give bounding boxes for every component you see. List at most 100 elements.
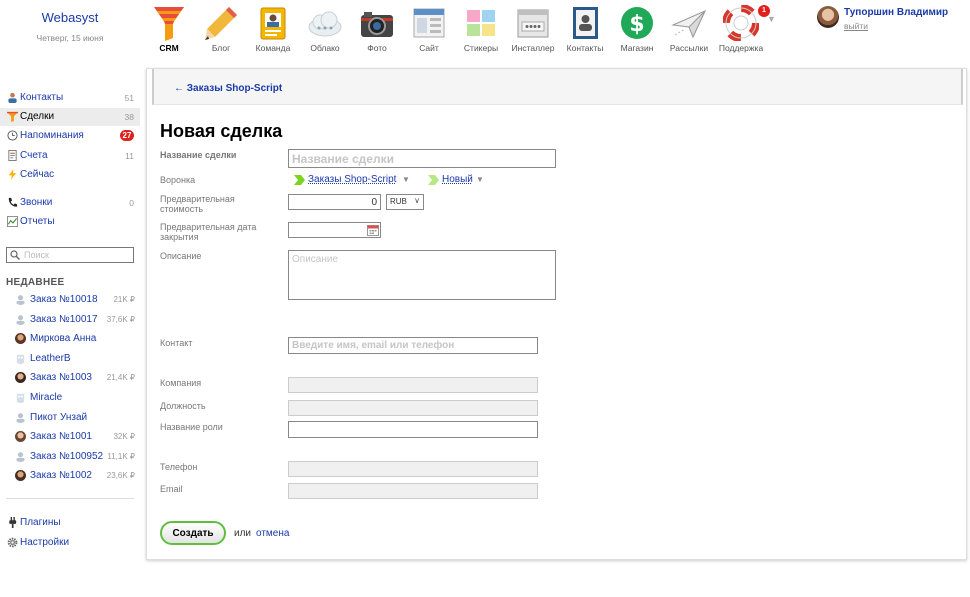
app-photo[interactable]: Фото (351, 3, 403, 55)
sidebar-label-reminders: Напоминания (20, 130, 84, 141)
recent-item-label: Miracle (30, 392, 63, 403)
recent-item[interactable]: Заказ №1003 21,4K ₽ (0, 369, 140, 387)
phone-label: Телефон (160, 462, 198, 472)
recent-item[interactable]: Miracle (0, 389, 140, 407)
logout-link[interactable]: выйти (844, 21, 868, 31)
deals-funnel-icon (7, 111, 18, 122)
apps-more-chevron-icon[interactable]: ▼ (767, 14, 776, 24)
recent-item[interactable]: Заказ №10018 21K ₽ (0, 291, 140, 309)
app-crm[interactable]: CRM (143, 3, 195, 55)
camera-icon (361, 12, 393, 37)
recent-item-label: Заказ №1002 (30, 470, 92, 481)
recent-item[interactable]: Пикот Унзай (0, 409, 140, 427)
user-silhouette-icon (16, 315, 25, 325)
app-support[interactable]: 1 Поддержка (715, 3, 770, 55)
recent-item-sum: 32K ₽ (113, 432, 135, 441)
main-panel: ← Заказы Shop-Script Новая сделка Назван… (146, 68, 967, 560)
app-contacts[interactable]: Контакты (559, 3, 611, 55)
amount-input[interactable] (288, 194, 381, 210)
app-team[interactable]: Команда (247, 3, 299, 55)
recent-item-label: Заказ №100952 (30, 451, 104, 462)
email-input (288, 483, 538, 499)
reminder-clock-icon (7, 130, 18, 141)
amount-label: Предварительная стоимость (160, 194, 235, 214)
search-input[interactable] (24, 249, 129, 261)
user-photo-icon (15, 372, 26, 383)
sidebar-label-reports: Отчеты (20, 216, 55, 227)
brand-block: Webasyst Четверг, 15 июня (0, 10, 140, 43)
currency-select[interactable]: RUB ∨ (386, 194, 424, 210)
main-topbar: ← Заказы Shop-Script (152, 69, 963, 105)
recent-item[interactable]: Заказ №1001 32K ₽ (0, 428, 140, 446)
sidebar-item-deals[interactable]: Сделки 38 (0, 108, 140, 126)
app-cloud[interactable]: Облако (299, 3, 351, 55)
cancel-link[interactable]: отмена (256, 528, 289, 539)
brand-name[interactable]: Webasyst (0, 10, 140, 25)
stickers-icon (467, 10, 495, 36)
currency-value: RUB (390, 197, 407, 206)
company-icon (16, 393, 25, 403)
crm-funnel-icon (154, 7, 184, 41)
stage-arrow-icon (428, 175, 439, 185)
recent-item[interactable]: LeatherB (0, 350, 140, 368)
company-input (288, 377, 538, 393)
role-label: Название роли (160, 422, 223, 432)
sidebar-label-now: Сейчас (20, 169, 55, 180)
sidebar-count-invoices: 11 (125, 151, 134, 161)
sidebar-item-settings[interactable]: Настройки (0, 534, 140, 552)
create-button[interactable]: Создать (160, 521, 226, 545)
app-mailer[interactable]: Рассылки (663, 3, 715, 55)
sidebar-count-deals: 38 (124, 112, 134, 122)
company-label: Компания (160, 378, 202, 388)
recent-item[interactable]: Заказ №10017 37,6K ₽ (0, 311, 140, 329)
recent-item[interactable]: Миркова Анна (0, 330, 140, 348)
sidebar-item-reports[interactable]: Отчеты (0, 213, 140, 231)
app-site[interactable]: Сайт (403, 3, 455, 55)
user-photo-icon (15, 333, 26, 344)
recent-item-label: Пикот Унзай (30, 412, 88, 423)
user-silhouette-icon (16, 295, 25, 305)
app-shop[interactable]: $ Магазин (611, 3, 663, 55)
sidebar-item-calls[interactable]: Звонки 0 (0, 194, 140, 212)
sidebar-search[interactable] (6, 247, 134, 263)
sidebar-item-plugins[interactable]: Плагины (0, 514, 140, 532)
lifebuoy-icon (723, 5, 759, 41)
description-textarea[interactable] (288, 250, 556, 300)
sidebar-item-reminders[interactable]: Напоминания 27 (0, 127, 140, 145)
sidebar-item-contacts[interactable]: Контакты 51 (0, 89, 140, 107)
app-blog[interactable]: Блог (195, 3, 247, 55)
company-icon (16, 354, 25, 364)
recent-item[interactable]: Заказ №1002 23,6K ₽ (0, 467, 140, 485)
sidebar-badge-reminders: 27 (120, 130, 134, 141)
recent-item-label: LeatherB (30, 353, 71, 364)
app-installer[interactable]: Инсталлер (507, 3, 559, 55)
team-badge-icon (260, 7, 286, 40)
page-title: Новая сделка (160, 121, 283, 141)
installer-box-icon (517, 9, 549, 38)
svg-text:$: $ (629, 12, 644, 37)
recent-item[interactable]: Заказ №100952 11,1K ₽ (0, 448, 140, 466)
sidebar-item-invoices[interactable]: Счета 11 (0, 147, 140, 165)
sidebar-label-calls: Звонки (20, 197, 53, 208)
invoice-icon (8, 150, 17, 161)
sidebar-count-contacts: 51 (124, 93, 134, 103)
current-date: Четверг, 15 июня (36, 33, 104, 43)
back-to-funnel-link[interactable]: ← Заказы Shop-Script (174, 83, 282, 94)
user-name[interactable]: Тупоршин Владимир (844, 7, 948, 18)
user-avatar[interactable] (817, 6, 839, 28)
app-stickers[interactable]: Стикеры (455, 3, 507, 55)
calendar-icon[interactable] (367, 224, 379, 236)
mail-plane-icon (671, 10, 707, 39)
recent-item-sum: 11,1K ₽ (107, 452, 135, 461)
deal-name-label: Название сделки (160, 150, 237, 160)
contact-search-input[interactable] (288, 337, 538, 354)
funnel-dropdown-icon: ▼ (402, 175, 410, 184)
recent-item-sum: 37,6K ₽ (106, 315, 135, 324)
sidebar-divider (6, 498, 134, 499)
close-date-label: Предварительная дата закрытия (160, 222, 257, 242)
sidebar-item-now[interactable]: Сейчас (0, 166, 140, 184)
deal-name-input[interactable] (288, 149, 556, 168)
role-input[interactable] (288, 421, 538, 438)
plugin-plug-icon (9, 517, 17, 528)
email-label: Email (160, 484, 183, 494)
